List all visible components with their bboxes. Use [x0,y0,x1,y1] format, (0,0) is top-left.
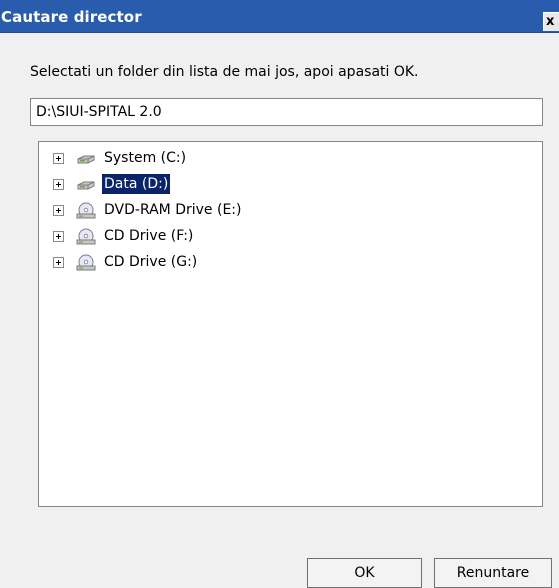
tree-item-label: Data (D:) [102,174,171,194]
title-bar: Cautare director x [0,0,559,33]
close-icon: x [546,14,555,29]
folder-tree[interactable]: System (C:) Data (D:) DVD-RAM Drive (E:) [38,141,543,507]
tree-item-label: DVD-RAM Drive (E:) [104,202,242,218]
tree-item-system-c[interactable]: System (C:) [53,147,473,171]
expand-plus-icon[interactable] [53,153,64,164]
optical-drive-icon [76,254,96,271]
cancel-button[interactable]: Renuntare [434,558,552,588]
folder-path-field[interactable] [30,98,543,126]
optical-drive-icon [76,202,96,219]
optical-drive-icon [76,228,96,245]
tree-item-data-d[interactable]: Data (D:) [53,173,473,197]
tree-item-label: System (C:) [104,150,187,166]
expand-plus-icon[interactable] [53,257,64,268]
hard-drive-icon [77,155,95,164]
hard-drive-icon [77,181,95,190]
instruction-text: Selectati un folder din lista de mai jos… [30,64,419,80]
expand-plus-icon[interactable] [53,231,64,242]
tree-item-label: CD Drive (G:) [104,254,198,270]
expand-plus-icon[interactable] [53,179,64,190]
folder-path-input[interactable] [31,99,542,125]
expand-plus-icon[interactable] [53,205,64,216]
tree-item-label: CD Drive (F:) [104,228,194,244]
tree-item-cd-f[interactable]: CD Drive (F:) [53,225,473,249]
close-button[interactable]: x [543,12,559,31]
ok-button[interactable]: OK [307,558,422,588]
window-title: Cautare director [1,8,142,26]
tree-item-dvd-ram-e[interactable]: DVD-RAM Drive (E:) [53,199,473,223]
tree-item-cd-g[interactable]: CD Drive (G:) [53,251,473,275]
